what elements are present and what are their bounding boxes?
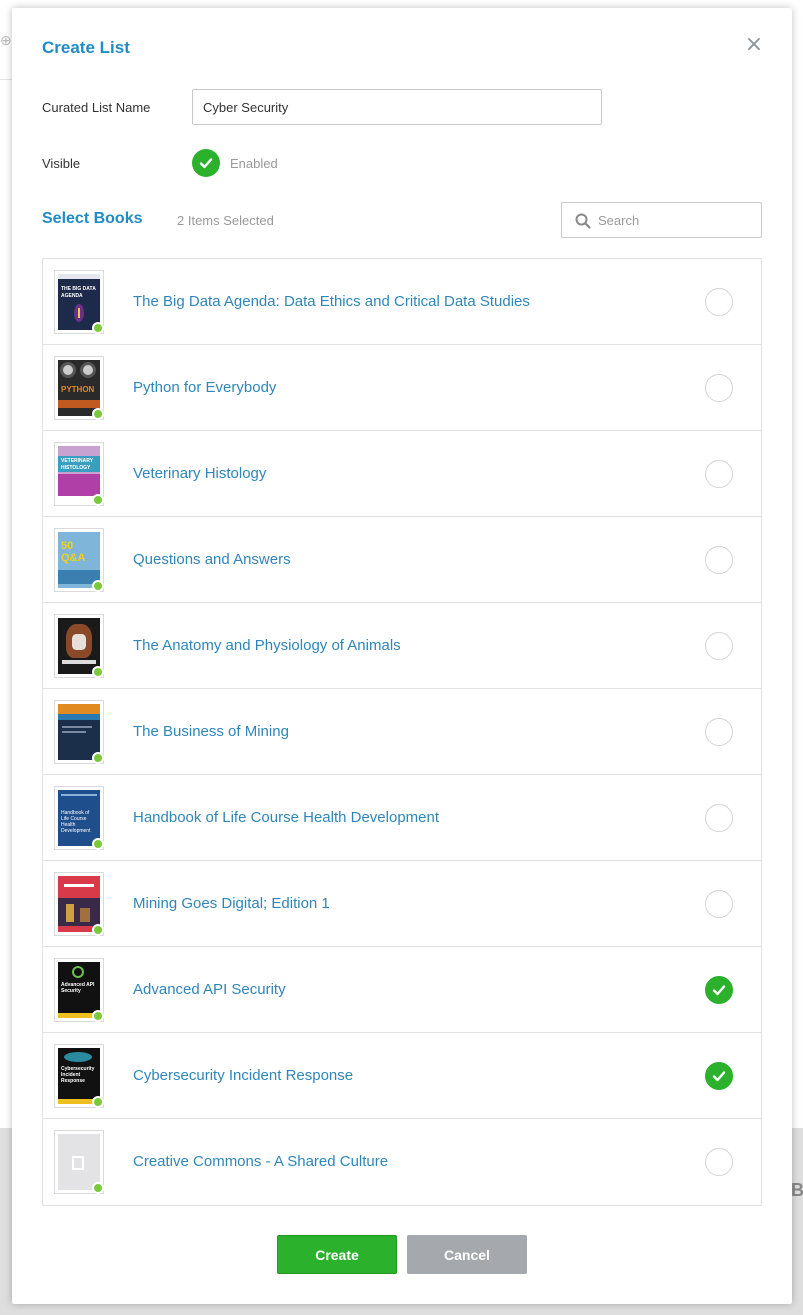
- cover-text: Handbook of Life Course Health Developme…: [61, 810, 91, 834]
- background-divider: [0, 79, 12, 80]
- select-book-toggle[interactable]: [705, 1148, 733, 1176]
- available-dot-icon: [92, 322, 104, 334]
- book-row[interactable]: 50 Q&A Questions and Answers: [43, 517, 761, 603]
- book-cover-image: 50 Q&A: [58, 532, 100, 588]
- book-row[interactable]: THE BIG DATA AGENDA The Big Data Agenda:…: [43, 259, 761, 345]
- book-row[interactable]: PYTHON Python for Everybody: [43, 345, 761, 431]
- book-cover: 50 Q&A: [54, 528, 104, 592]
- selected-count: 2 Items Selected: [177, 213, 274, 228]
- book-row[interactable]: Creative Commons - A Shared Culture: [43, 1119, 761, 1205]
- create-button[interactable]: Create: [277, 1235, 397, 1274]
- book-cover: [54, 1130, 104, 1194]
- checkmark-icon: [199, 158, 213, 169]
- curated-list-name-label: Curated List Name: [42, 100, 151, 115]
- cover-text: Advanced API Security: [61, 982, 95, 994]
- book-row[interactable]: The Anatomy and Physiology of Animals: [43, 603, 761, 689]
- book-cover-image: VETERINARY HISTOLOGY: [58, 446, 100, 502]
- curated-list-name-input[interactable]: [192, 89, 602, 125]
- available-dot-icon: [92, 666, 104, 678]
- book-title[interactable]: Mining Goes Digital; Edition 1: [133, 895, 330, 912]
- select-book-toggle[interactable]: [705, 288, 733, 316]
- book-row[interactable]: Mining Goes Digital; Edition 1: [43, 861, 761, 947]
- book-cover: PYTHON: [54, 356, 104, 420]
- book-cover-image: [58, 1134, 100, 1190]
- book-cover-image: Handbook of Life Course Health Developme…: [58, 790, 100, 846]
- book-cover: THE BIG DATA AGENDA: [54, 270, 104, 334]
- visible-label: Visible: [42, 156, 81, 171]
- available-dot-icon: [92, 1182, 104, 1194]
- available-dot-icon: [92, 1010, 104, 1022]
- book-cover: VETERINARY HISTOLOGY: [54, 442, 104, 506]
- book-title[interactable]: The Anatomy and Physiology of Animals: [133, 637, 401, 654]
- book-cover-image: Cybersecurity Incident Response: [58, 1048, 100, 1104]
- available-dot-icon: [92, 752, 104, 764]
- search-icon: [575, 213, 591, 229]
- book-cover: [54, 614, 104, 678]
- available-dot-icon: [92, 580, 104, 592]
- book-cover-image: [58, 876, 100, 932]
- select-book-toggle[interactable]: [705, 890, 733, 918]
- checkmark-icon: [712, 985, 726, 996]
- cover-text: VETERINARY HISTOLOGY: [61, 458, 93, 471]
- visible-toggle[interactable]: [192, 149, 220, 177]
- cover-text: THE BIG DATA AGENDA: [61, 286, 96, 299]
- background-text-fragment: B: [791, 1180, 803, 1200]
- select-book-toggle[interactable]: [705, 374, 733, 402]
- book-title[interactable]: Questions and Answers: [133, 551, 291, 568]
- select-book-toggle[interactable]: [705, 804, 733, 832]
- book-row[interactable]: VETERINARY HISTOLOGY Veterinary Histolog…: [43, 431, 761, 517]
- book-list: THE BIG DATA AGENDA The Big Data Agenda:…: [42, 258, 762, 1206]
- create-list-modal: Create List × Curated List Name Visible …: [12, 8, 792, 1304]
- book-title[interactable]: The Big Data Agenda: Data Ethics and Cri…: [133, 293, 530, 310]
- modal-title: Create List: [42, 38, 130, 57]
- book-cover-image: PYTHON: [58, 360, 100, 416]
- available-dot-icon: [92, 924, 104, 936]
- book-row[interactable]: Handbook of Life Course Health Developme…: [43, 775, 761, 861]
- checkmark-icon: [712, 1071, 726, 1082]
- book-cover: Cybersecurity Incident Response: [54, 1044, 104, 1108]
- book-cover: [54, 872, 104, 936]
- search-box[interactable]: [561, 202, 762, 238]
- book-title[interactable]: Handbook of Life Course Health Developme…: [133, 809, 439, 826]
- select-book-toggle[interactable]: [705, 460, 733, 488]
- book-title[interactable]: Veterinary Histology: [133, 465, 266, 482]
- close-icon[interactable]: ×: [744, 34, 764, 56]
- available-dot-icon: [92, 1096, 104, 1108]
- book-title[interactable]: Cybersecurity Incident Response: [133, 1067, 353, 1084]
- available-dot-icon: [92, 838, 104, 850]
- cover-text: Cybersecurity Incident Response: [61, 1066, 95, 1084]
- book-title[interactable]: Advanced API Security: [133, 981, 286, 998]
- search-input[interactable]: [598, 204, 758, 236]
- book-cover-image: [58, 704, 100, 760]
- select-book-toggle[interactable]: [705, 1062, 733, 1090]
- available-dot-icon: [92, 494, 104, 506]
- book-cover: Advanced API Security: [54, 958, 104, 1022]
- select-book-toggle[interactable]: [705, 718, 733, 746]
- book-cover: [54, 700, 104, 764]
- book-title[interactable]: The Business of Mining: [133, 723, 289, 740]
- book-row[interactable]: Cybersecurity Incident Response Cybersec…: [43, 1033, 761, 1119]
- book-title[interactable]: Python for Everybody: [133, 379, 276, 396]
- background-icon: ⊕: [0, 32, 12, 48]
- cover-text: PYTHON: [61, 385, 95, 394]
- book-cover-image: [58, 618, 100, 674]
- book-cover-image: THE BIG DATA AGENDA: [58, 274, 100, 330]
- select-book-toggle[interactable]: [705, 976, 733, 1004]
- select-book-toggle[interactable]: [705, 632, 733, 660]
- select-books-title: Select Books: [42, 210, 143, 227]
- book-title[interactable]: Creative Commons - A Shared Culture: [133, 1153, 388, 1170]
- select-book-toggle[interactable]: [705, 546, 733, 574]
- available-dot-icon: [92, 408, 104, 420]
- book-cover: Handbook of Life Course Health Developme…: [54, 786, 104, 850]
- book-cover-image: Advanced API Security: [58, 962, 100, 1018]
- cover-text: 50 Q&A: [61, 540, 86, 564]
- visible-status: Enabled: [230, 156, 278, 171]
- cancel-button[interactable]: Cancel: [407, 1235, 527, 1274]
- book-row[interactable]: Advanced API Security Advanced API Secur…: [43, 947, 761, 1033]
- book-row[interactable]: The Business of Mining: [43, 689, 761, 775]
